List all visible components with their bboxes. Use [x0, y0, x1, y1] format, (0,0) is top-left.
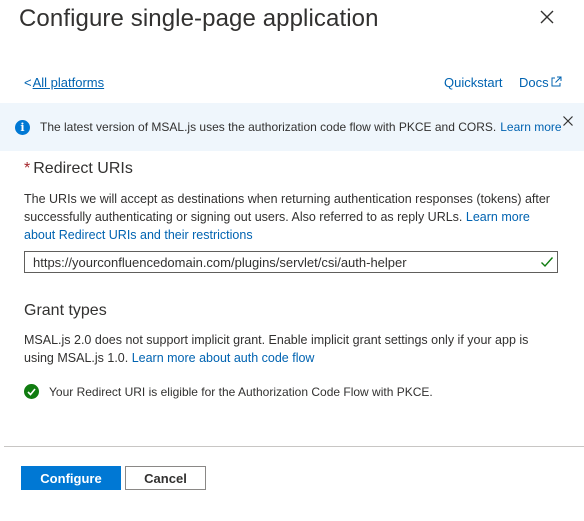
dismiss-icon[interactable] [562, 115, 574, 127]
redirect-uris-label-text: Redirect URIs [33, 160, 133, 177]
info-icon: i [15, 120, 30, 135]
cancel-button[interactable]: Cancel [125, 466, 206, 490]
external-link-icon [551, 76, 562, 87]
info-learn-more-link[interactable]: Learn more [500, 120, 561, 134]
success-check-icon [24, 384, 39, 399]
checkmark-icon [541, 257, 554, 268]
back-to-platforms-link[interactable]: <All platforms [24, 75, 104, 90]
docs-link[interactable]: Docs [519, 75, 562, 90]
redirect-uris-label: * Redirect URIs [24, 160, 133, 178]
footer-divider [4, 446, 584, 447]
info-message-text: The latest version of MSAL.js uses the a… [40, 120, 497, 134]
close-icon[interactable] [539, 9, 555, 25]
info-message-bar: i The latest version of MSAL.js uses the… [0, 103, 584, 151]
required-marker: * [24, 160, 31, 177]
auth-code-flow-link[interactable]: Learn more about auth code flow [132, 351, 315, 365]
quickstart-link[interactable]: Quickstart [444, 75, 503, 90]
nav-row: <All platforms Quickstart Docs [0, 75, 584, 93]
grant-types-description: MSAL.js 2.0 does not support implicit gr… [24, 331, 560, 367]
grant-types-title: Grant types [24, 302, 107, 319]
back-link-label: All platforms [32, 75, 105, 90]
info-message: The latest version of MSAL.js uses the a… [40, 120, 562, 134]
redirect-uri-input[interactable]: https://yourconfluencedomain.com/plugins… [24, 251, 558, 273]
eligibility-status: Your Redirect URI is eligible for the Au… [49, 385, 433, 399]
docs-link-label: Docs [519, 75, 549, 90]
panel-title: Configure single-page application [19, 5, 379, 32]
chevron-left-icon: < [24, 75, 32, 90]
configure-button[interactable]: Configure [21, 466, 121, 490]
redirect-uris-description: The URIs we will accept as destinations … [24, 190, 554, 244]
